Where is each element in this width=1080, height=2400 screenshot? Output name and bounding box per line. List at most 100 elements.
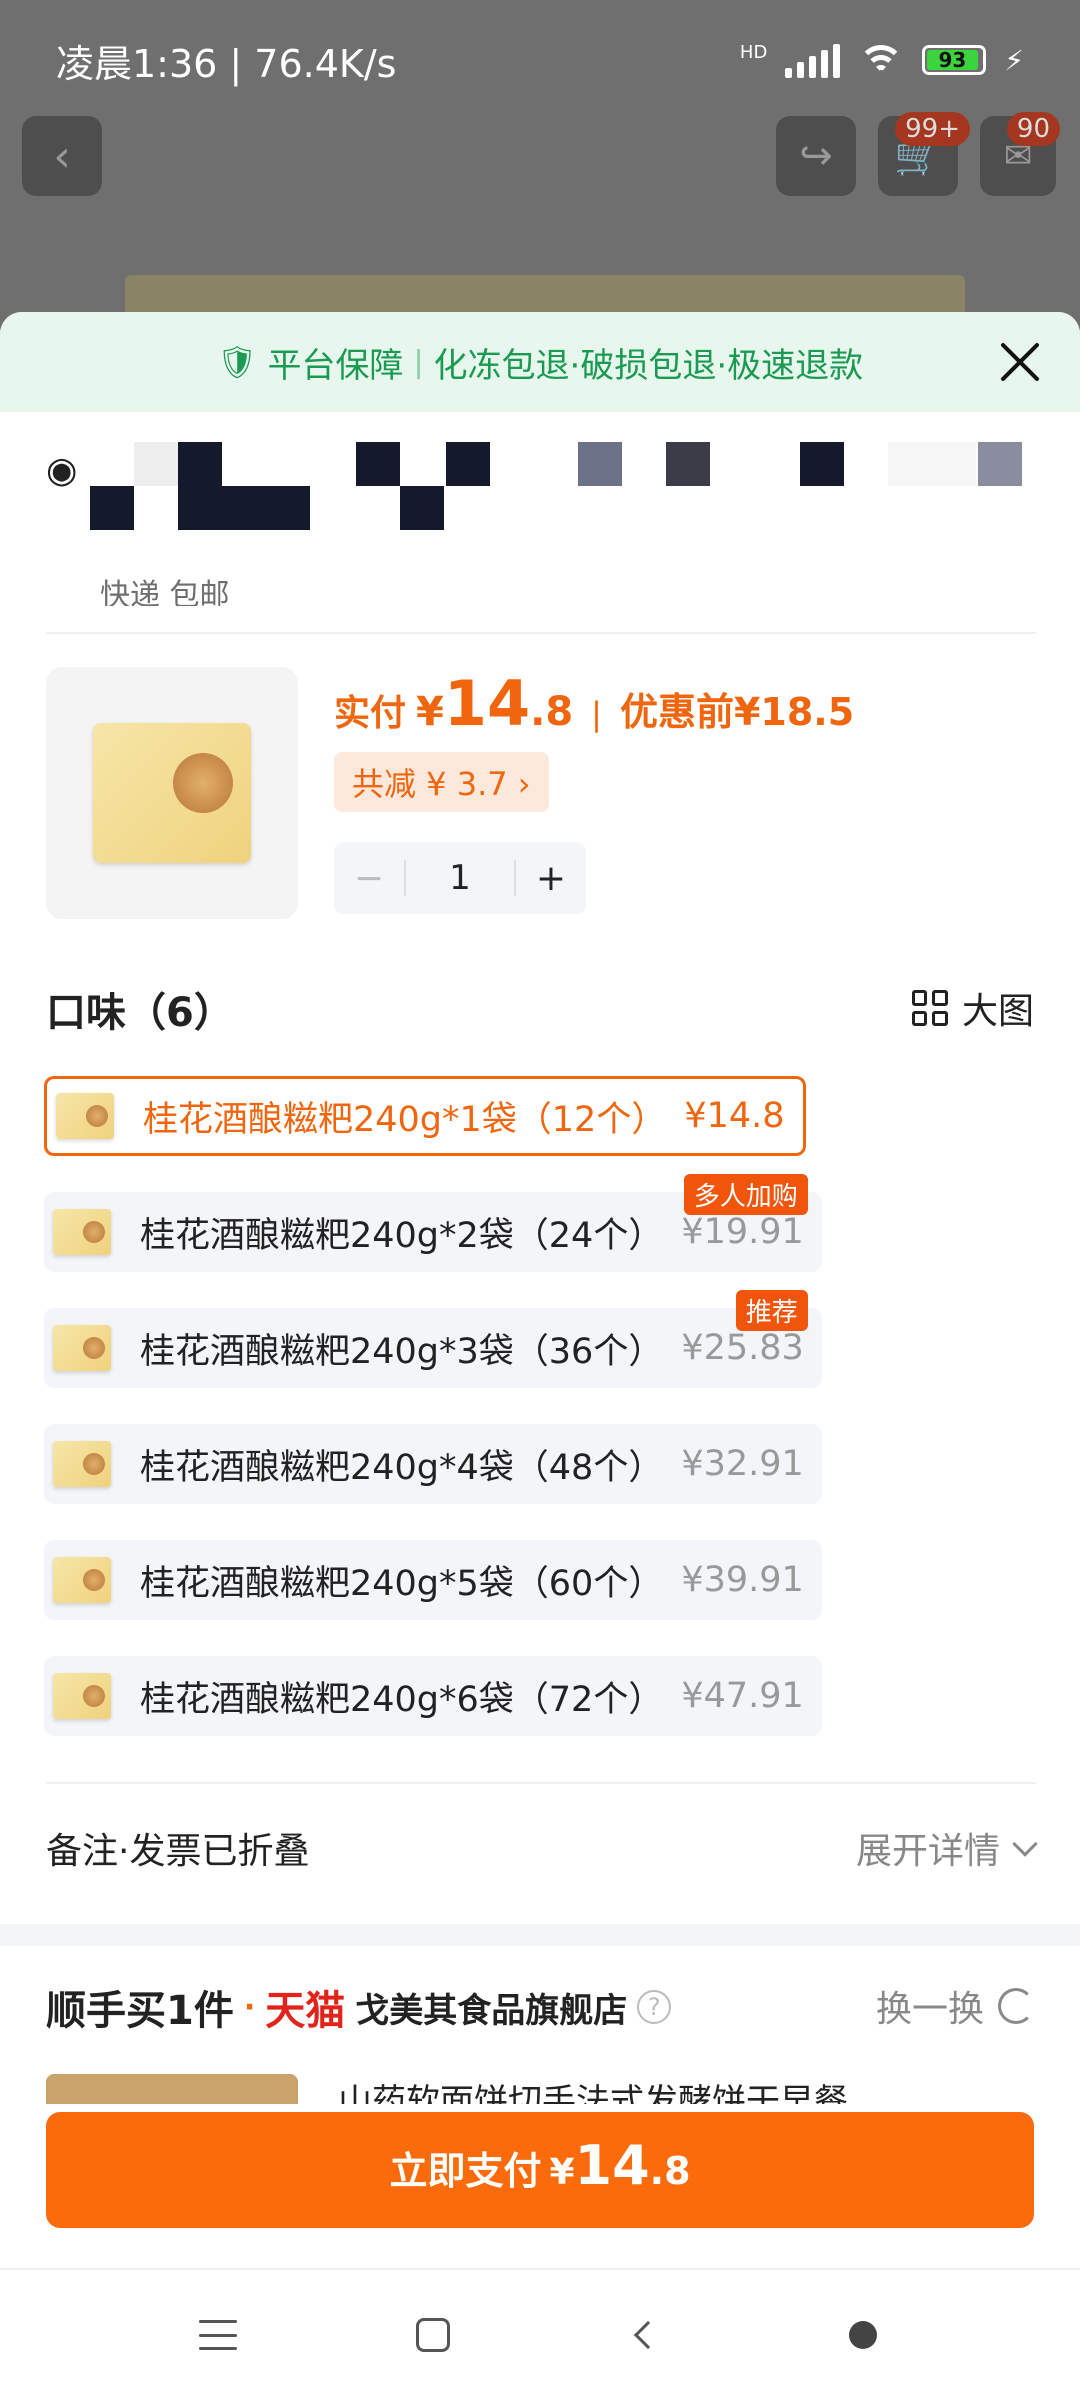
option-label: 桂花酒酿糍粑240g*3袋（36个）: [140, 1331, 664, 1372]
charging-icon: ⚡: [1004, 43, 1024, 77]
checkout-sheet: 🛡 平台保障 | 化冻包退·破损包退·极速退款 ◉ 快递 包邮 实付 ¥ 14 …: [0, 312, 1080, 2400]
option-price: ¥19.91: [681, 1212, 804, 1252]
cart-badge: 99+: [895, 112, 970, 146]
address-row[interactable]: ◉: [46, 442, 1046, 532]
section-gap: [0, 1924, 1080, 1946]
accessibility-nav-button[interactable]: [833, 2305, 893, 2365]
status-bar: 凌晨1:36 | 76.4K/s HD 93 ⚡: [0, 0, 1080, 120]
menu-nav-button[interactable]: [188, 2305, 248, 2365]
divider: [46, 1782, 1036, 1784]
option-item[interactable]: 桂花酒酿糍粑240g*1袋（12个） ¥14.8: [44, 1076, 806, 1156]
home-icon: [415, 2318, 450, 2352]
discount-button[interactable]: 共减 ¥ 3.7 ›: [334, 752, 549, 812]
share-icon: ↪: [799, 133, 833, 179]
back-icon: [633, 2320, 662, 2350]
flavor-title: 口味（6）: [46, 990, 234, 1036]
quantity-stepper: − 1 +: [334, 842, 586, 914]
option-item[interactable]: 桂花酒酿糍粑240g*5袋（60个） ¥39.91: [44, 1540, 822, 1620]
status-time: 凌晨1:36 | 76.4K/s: [56, 41, 397, 86]
addon-dot: ·: [243, 1989, 256, 2025]
option-price: ¥32.91: [681, 1444, 804, 1484]
option-thumbnail: [47, 1076, 123, 1156]
tmall-logo: 天猫: [265, 1988, 346, 2034]
divider: |: [413, 344, 424, 380]
addon-header: 顺手买1件 · 天猫 戈美其食品旗舰店 ?: [46, 1978, 672, 2036]
remark-label: 备注·发票已折叠: [46, 1831, 310, 1872]
battery-icon: 93: [922, 45, 987, 75]
currency-symbol: ¥: [416, 689, 444, 735]
option-thumbnail: [44, 1540, 120, 1620]
chevron-left-icon: ‹: [53, 130, 71, 182]
home-nav-button[interactable]: [403, 2305, 463, 2365]
pay-decimal: .8: [649, 2149, 691, 2193]
option-label: 桂花酒酿糍粑240g*5袋（60个）: [140, 1563, 664, 1604]
option-label: 桂花酒酿糍粑240g*1袋（12个）: [143, 1099, 667, 1140]
option-label: 桂花酒酿糍粑240g*4袋（48个）: [140, 1447, 664, 1488]
option-thumbnail: [44, 1308, 120, 1388]
pay-label: 实付: [334, 693, 407, 734]
delivery-line: 快递 包邮: [100, 578, 230, 606]
close-icon[interactable]: [998, 340, 1042, 384]
pre-discount-price: ¥18.5: [733, 690, 855, 734]
quantity-value[interactable]: 1: [404, 858, 516, 898]
option-thumbnail: [44, 1192, 120, 1272]
expand-details-button[interactable]: 展开详情: [855, 1822, 1038, 1874]
option-item[interactable]: 桂花酒酿糍粑240g*3袋（36个） ¥25.83 推荐: [44, 1290, 822, 1388]
system-nav-bar: [0, 2268, 1080, 2400]
increase-button[interactable]: +: [516, 842, 586, 914]
option-tag: 推荐: [735, 1290, 808, 1331]
addon-item-thumbnail: [46, 2074, 298, 2104]
back-nav-button[interactable]: [618, 2305, 678, 2365]
accessibility-icon: [848, 2321, 877, 2349]
option-thumbnail: [44, 1656, 120, 1736]
option-thumbnail: [44, 1424, 120, 1504]
shield-check-icon: 🛡: [216, 343, 258, 381]
guarantee-banner: 🛡 平台保障 | 化冻包退·破损包退·极速退款: [0, 312, 1080, 412]
refresh-icon: [998, 1988, 1034, 2024]
option-tag: 多人加购: [683, 1174, 808, 1215]
option-item[interactable]: 桂花酒酿糍粑240g*6袋（72个） ¥47.91: [44, 1656, 822, 1736]
location-pin-icon: ◉: [46, 450, 78, 491]
pay-currency: ¥: [549, 2152, 575, 2193]
swap-label: 换一换: [875, 1989, 984, 2030]
option-price: ¥14.8: [684, 1096, 785, 1136]
addon-title: 顺手买1件: [46, 1988, 234, 2034]
back-button[interactable]: ‹: [22, 116, 102, 196]
product-thumbnail: [46, 667, 298, 919]
signal-icon: [785, 42, 841, 78]
help-icon[interactable]: ?: [637, 1990, 672, 2024]
pre-discount-label: 优惠前: [619, 690, 734, 734]
grid-icon: [911, 990, 948, 1026]
addon-item-title: 山药软面饼切手法式发酵饼干早餐: [338, 2082, 848, 2104]
addon-item-peek[interactable]: 山药软面饼切手法式发酵饼干早餐: [46, 2074, 1046, 2104]
option-price: ¥25.83: [681, 1328, 804, 1368]
divider: [46, 632, 1036, 634]
pay-integer: 14: [574, 2134, 650, 2197]
chevron-down-icon: [1012, 1831, 1038, 1857]
view-large-label: 大图: [961, 991, 1034, 1032]
hamburger-icon: [198, 2320, 237, 2350]
guarantee-items: 化冻包退·破损包退·极速退款: [433, 345, 864, 386]
option-item[interactable]: 桂花酒酿糍粑240g*2袋（24个） ¥19.91 多人加购: [44, 1174, 822, 1272]
price-line: 实付 ¥ 14 .8 | 优惠前 ¥18.5: [334, 667, 854, 740]
message-badge: 90: [1006, 112, 1060, 146]
option-label: 桂花酒酿糍粑240g*6袋（72个）: [140, 1679, 664, 1720]
option-price: ¥39.91: [681, 1560, 804, 1600]
view-large-button[interactable]: 大图: [911, 982, 1034, 1034]
pay-label: 立即支付: [389, 2149, 542, 2193]
wifi-icon: [858, 43, 905, 77]
option-item[interactable]: 桂花酒酿糍粑240g*4袋（48个） ¥32.91: [44, 1424, 822, 1504]
option-label: 桂花酒酿糍粑240g*2袋（24个）: [140, 1215, 664, 1256]
option-price: ¥47.91: [681, 1676, 804, 1716]
decrease-button[interactable]: −: [334, 842, 404, 914]
store-name[interactable]: 戈美其食品旗舰店: [355, 1983, 627, 2032]
expand-label: 展开详情: [855, 1831, 1000, 1872]
swap-button[interactable]: 换一换: [876, 1980, 1034, 2032]
price-integer: 14: [443, 667, 531, 740]
pay-now-button[interactable]: 立即支付 ¥ 14 .8: [46, 2112, 1034, 2228]
share-button[interactable]: ↪: [776, 116, 856, 196]
price-decimal: .8: [530, 689, 574, 735]
message-button[interactable]: ✉ 90: [980, 112, 1060, 196]
cart-button[interactable]: 🛒 99+: [878, 112, 970, 196]
divider: |: [591, 695, 602, 733]
